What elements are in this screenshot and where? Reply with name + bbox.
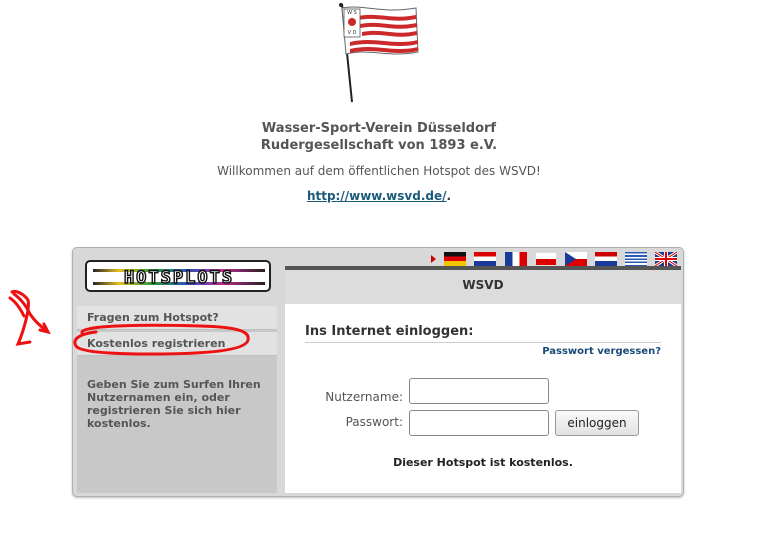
welcome-text: Willkommen auf dem öffentlichen Hotspot … xyxy=(217,164,541,178)
german-flag-icon[interactable] xyxy=(444,252,467,266)
hotsplots-logo-text: HOTSPLOTS xyxy=(124,268,234,288)
club-name-line2: Rudergesellschaft von 1893 e.V. xyxy=(260,138,498,153)
nav-item-register[interactable]: Kostenlos registrieren xyxy=(77,332,277,356)
nav-item-questions[interactable]: Fragen zum Hotspot? xyxy=(77,306,277,330)
language-selector xyxy=(431,252,677,266)
username-input[interactable] xyxy=(409,378,549,404)
website-link[interactable]: http://www.wsvd.de/ xyxy=(307,189,447,203)
password-input[interactable] xyxy=(409,410,549,436)
free-hotspot-notice: Dieser Hotspot ist kostenlos. xyxy=(393,456,573,469)
club-flag-logo: W S V D xyxy=(330,2,422,104)
hotspot-panel: HOTSPLOTS WSVD Fragen zum Hotspot? Koste… xyxy=(72,247,684,497)
hotsplots-logo: HOTSPLOTS xyxy=(85,260,271,292)
login-area: Ins Internet einloggen: Passwort vergess… xyxy=(285,304,681,493)
svg-text:W S: W S xyxy=(347,10,357,16)
username-label: Nutzername: xyxy=(325,390,403,404)
nav-info-text: Geben Sie zum Surfen Ihren Nutzernamen e… xyxy=(87,378,261,430)
language-arrow-icon xyxy=(431,255,437,263)
red-arrow-icon xyxy=(8,290,51,346)
croatian-flag-icon[interactable] xyxy=(474,252,497,266)
czech-flag-icon[interactable] xyxy=(564,252,587,266)
left-nav: Fragen zum Hotspot? Kostenlos registrier… xyxy=(77,306,277,493)
forgot-password-link[interactable]: Passwort vergessen? xyxy=(542,346,661,357)
greek-flag-icon[interactable] xyxy=(624,252,647,266)
website-line: http://www.wsvd.de/. xyxy=(0,189,758,203)
french-flag-icon[interactable] xyxy=(504,252,527,266)
heading-divider xyxy=(305,342,661,343)
website-suffix: . xyxy=(446,189,452,203)
password-label: Passwort: xyxy=(345,415,403,429)
location-title: WSVD xyxy=(462,278,504,292)
login-heading: Ins Internet einloggen: xyxy=(305,324,474,339)
club-name-line1: Wasser-Sport-Verein Düsseldorf xyxy=(261,121,497,136)
polish-flag-icon[interactable] xyxy=(534,252,557,266)
location-header: WSVD xyxy=(285,266,681,304)
uk-flag-icon[interactable] xyxy=(655,252,677,266)
club-name: Wasser-Sport-Verein Düsseldorf Rudergese… xyxy=(0,120,758,154)
dutch-flag-icon[interactable] xyxy=(594,252,617,266)
svg-text:V D: V D xyxy=(348,30,357,36)
login-button[interactable]: einloggen xyxy=(555,410,639,436)
